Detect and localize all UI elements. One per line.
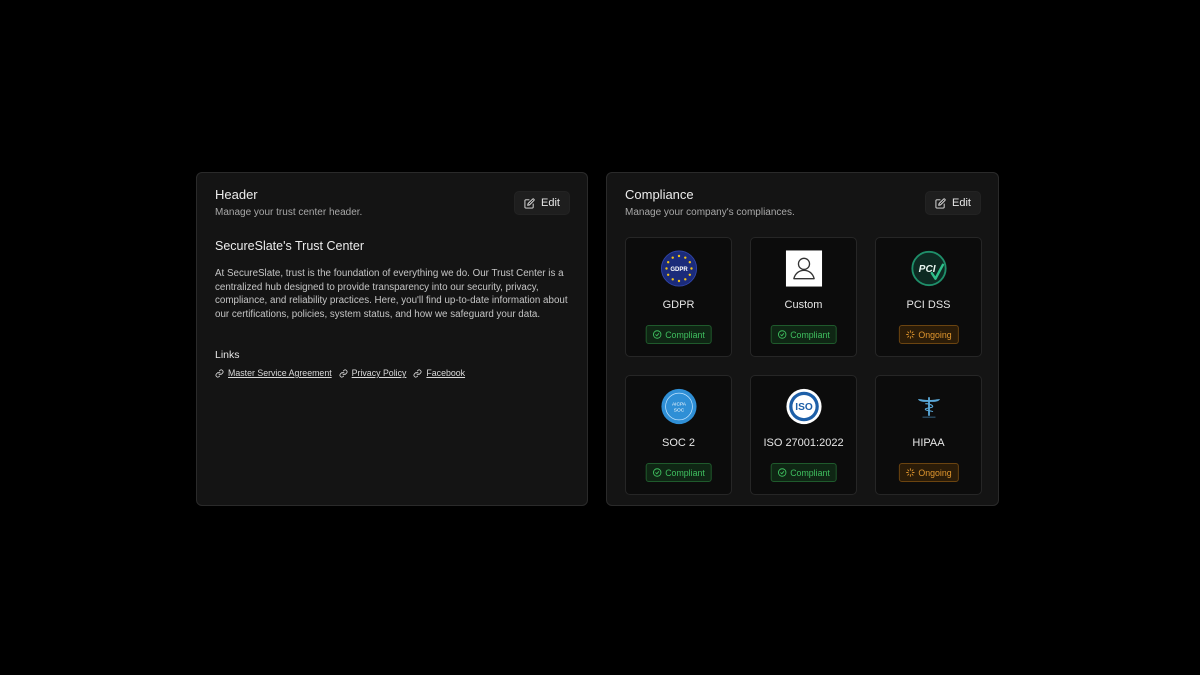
- check-circle-icon: [652, 468, 661, 477]
- compliance-grid: GDPR GDPR Compliant Custom Compliant PCI…: [625, 237, 982, 495]
- status-badge-ongoing: Ongoing: [898, 463, 959, 482]
- trust-center-title: SecureSlate's Trust Center: [215, 239, 364, 253]
- status-label: Compliant: [790, 329, 830, 340]
- link-master-service-agreement[interactable]: Master Service Agreement: [215, 368, 332, 378]
- iso-logo-text: ISO: [795, 402, 813, 413]
- compliance-card-title: Compliance: [625, 187, 694, 202]
- edit-icon: [524, 197, 535, 209]
- trust-center-description: At SecureSlate, trust is the foundation …: [215, 268, 568, 320]
- compliance-name: PCI DSS: [906, 299, 951, 311]
- link-icon: [339, 369, 348, 377]
- user-placeholder-icon: [785, 250, 822, 287]
- status-badge-ongoing: Ongoing: [898, 325, 959, 344]
- compliance-name: GDPR: [662, 299, 695, 311]
- status-label: Compliant: [665, 329, 705, 340]
- check-circle-icon: [777, 468, 786, 477]
- status-label: Ongoing: [918, 467, 952, 478]
- compliance-name: SOC 2: [661, 437, 695, 449]
- header-edit-button[interactable]: Edit: [514, 191, 570, 215]
- status-label: Ongoing: [918, 329, 952, 340]
- header-card-subtitle: Manage your trust center header.: [215, 207, 363, 218]
- iso-logo: ISO: [785, 388, 822, 425]
- gdpr-logo: GDPR: [660, 250, 697, 287]
- status-badge-compliant: Compliant: [645, 325, 712, 344]
- status-badge-compliant: Compliant: [770, 463, 837, 482]
- header-card: Header Manage your trust center header. …: [196, 172, 588, 506]
- svg-text:SOC: SOC: [673, 408, 684, 414]
- links-label: Links: [215, 349, 240, 361]
- pci-logo: PCI: [910, 250, 947, 287]
- link-label: Privacy Policy: [351, 368, 407, 378]
- compliance-tile-custom[interactable]: Custom Compliant: [750, 237, 857, 357]
- compliance-card: Compliance Manage your company's complia…: [606, 172, 999, 506]
- check-circle-icon: [777, 330, 786, 339]
- compliance-tile-gdpr[interactable]: GDPR GDPR Compliant: [625, 237, 732, 357]
- compliance-name: Custom: [784, 299, 823, 311]
- gdpr-logo-text: GDPR: [670, 267, 688, 273]
- compliance-card-subtitle: Manage your company's compliances.: [625, 207, 795, 218]
- compliance-tile-iso-27001[interactable]: ISO ISO 27001:2022 Compliant: [750, 375, 857, 495]
- hipaa-logo: [917, 397, 940, 418]
- compliance-edit-button[interactable]: Edit: [925, 191, 981, 215]
- compliance-tile-pci-dss[interactable]: PCI PCI DSS Ongoing: [875, 237, 982, 357]
- check-circle-icon: [652, 330, 661, 339]
- link-icon: [413, 369, 422, 377]
- compliance-name: HIPAA: [912, 437, 945, 449]
- link-label: Master Service Agreement: [228, 368, 332, 378]
- spinner-icon: [905, 468, 915, 477]
- header-card-title: Header: [215, 187, 258, 202]
- link-label: Facebook: [426, 368, 466, 378]
- svg-text:AICPA: AICPA: [671, 402, 686, 408]
- compliance-name: ISO 27001:2022: [763, 437, 844, 449]
- status-badge-compliant: Compliant: [645, 463, 712, 482]
- status-label: Compliant: [790, 467, 830, 478]
- status-label: Compliant: [665, 467, 705, 478]
- compliance-tile-soc2[interactable]: AICPA SOC SOC 2 Compliant: [625, 375, 732, 495]
- link-privacy-policy[interactable]: Privacy Policy: [339, 368, 407, 378]
- spinner-icon: [905, 330, 915, 339]
- edit-icon: [935, 197, 946, 209]
- header-edit-label: Edit: [541, 197, 560, 209]
- compliance-edit-label: Edit: [952, 197, 971, 209]
- link-icon: [215, 369, 224, 377]
- link-facebook[interactable]: Facebook: [413, 368, 465, 378]
- aicpa-soc-logo: AICPA SOC: [660, 388, 697, 425]
- compliance-tile-hipaa[interactable]: HIPAA Ongoing: [875, 375, 982, 495]
- status-badge-compliant: Compliant: [770, 325, 837, 344]
- links-list: Master Service Agreement Privacy Policy …: [215, 368, 465, 378]
